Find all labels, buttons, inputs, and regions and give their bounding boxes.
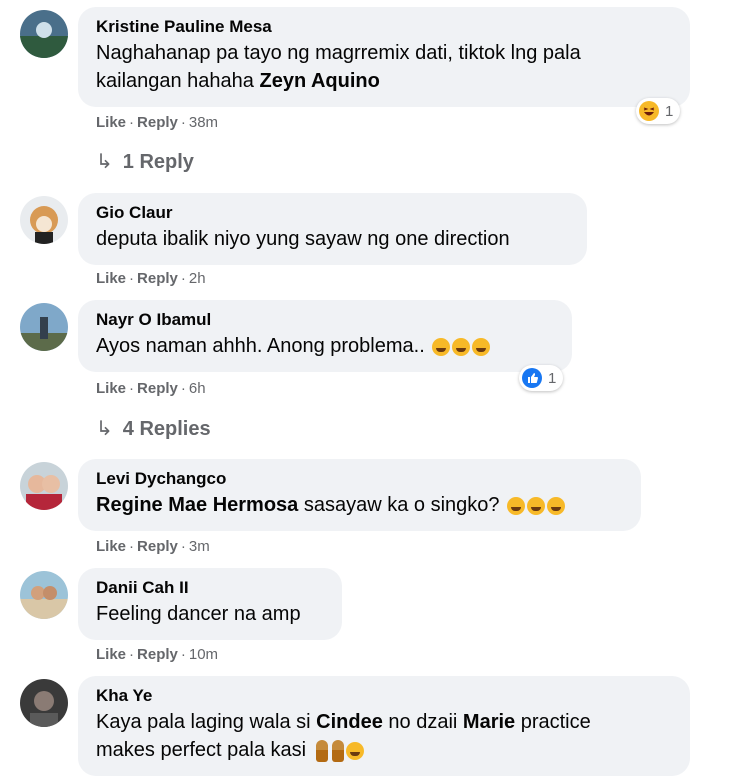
comment-text: Feeling dancer na amp	[96, 603, 301, 625]
thinking-face-emoji	[452, 337, 471, 356]
person-gesturing-emoji	[331, 739, 344, 762]
reply-button[interactable]: Reply	[137, 538, 178, 555]
rolling-laughing-emoji	[527, 496, 546, 515]
view-replies-link[interactable]: ↳ 4 Replies	[96, 416, 211, 441]
view-replies-link[interactable]: ↳ 1 Reply	[96, 149, 194, 174]
comment-text-content: no dzaii	[388, 711, 458, 733]
thinking-face-emoji	[472, 337, 491, 356]
reply-arrow-icon: ↳	[96, 418, 113, 440]
avatar[interactable]	[20, 303, 68, 351]
comment-text-line: kailangan hahaha	[96, 70, 254, 92]
mention-link[interactable]: Marie	[463, 711, 515, 733]
haha-reaction-icon	[639, 101, 659, 121]
avatar[interactable]	[20, 10, 68, 58]
timestamp[interactable]: 2h	[189, 270, 206, 287]
like-button[interactable]: Like	[96, 380, 126, 397]
reaction-count-number: 1	[665, 102, 674, 120]
comment-actions: Like · Reply · 38m	[96, 114, 219, 131]
comment-author[interactable]: Gio Claur	[96, 201, 567, 225]
eye-roll-emoji	[345, 741, 364, 760]
like-button[interactable]: Like	[96, 270, 126, 287]
reaction-count[interactable]: 1	[519, 365, 564, 391]
comment-author[interactable]: Kha Ye	[96, 684, 670, 708]
person-gesturing-emoji	[315, 739, 328, 762]
comment-text-content: Ayos naman ahhh. Anong problema..	[96, 335, 425, 357]
mention-link[interactable]: Zeyn Aquino	[259, 70, 379, 92]
thinking-face-emoji	[432, 337, 451, 356]
timestamp[interactable]: 3m	[189, 538, 210, 555]
comment-actions: Like · Reply · 3m	[96, 538, 210, 555]
rolling-laughing-emoji	[507, 496, 526, 515]
reaction-count[interactable]: 1	[636, 98, 681, 124]
comment-author[interactable]: Kristine Pauline Mesa	[96, 15, 670, 39]
reply-button[interactable]: Reply	[137, 114, 178, 131]
avatar[interactable]	[20, 571, 68, 619]
comment-text: Regine Mae Hermosa sasayaw ka o singko?	[96, 491, 621, 519]
comment-text-line: Naghahanap pa tayo ng magrremix dati, ti…	[96, 42, 581, 64]
comment-author[interactable]: Danii Cah II	[96, 576, 322, 600]
comment-actions: Like · Reply · 2h	[96, 270, 206, 287]
reaction-count-number: 1	[548, 369, 557, 387]
avatar[interactable]	[20, 679, 68, 727]
comment-text-content: practice	[520, 711, 591, 733]
comment-actions: Like · Reply · 10m	[96, 646, 219, 663]
comment-text-content: Kaya pala laging wala si	[96, 711, 311, 733]
reply-arrow-icon: ↳	[96, 151, 113, 173]
avatar[interactable]	[20, 196, 68, 244]
like-reaction-icon	[522, 368, 542, 388]
avatar[interactable]	[20, 462, 68, 510]
reply-button[interactable]: Reply	[137, 646, 178, 663]
like-button[interactable]: Like	[96, 538, 126, 555]
comment-author[interactable]: Levi Dychangco	[96, 467, 621, 491]
replies-label: 4 Replies	[122, 418, 211, 440]
comment-text-content: sasayaw ka o singko?	[303, 494, 500, 516]
reply-button[interactable]: Reply	[137, 380, 178, 397]
comment-text-line: makes perfect pala kasi	[96, 739, 307, 761]
comment-actions: Like · Reply · 6h	[96, 380, 206, 397]
comment-text: Naghahanap pa tayo ng magrremix dati, ti…	[96, 39, 670, 95]
comment-author[interactable]: Nayr O Ibamul	[96, 308, 552, 332]
mention-link[interactable]: Cindee	[316, 711, 383, 733]
comment-text: Kaya pala laging wala si Cindee no dzaii…	[96, 708, 670, 764]
timestamp[interactable]: 6h	[189, 380, 206, 397]
reply-button[interactable]: Reply	[137, 270, 178, 287]
comment-bubble: Kha Ye Kaya pala laging wala si Cindee n…	[78, 676, 690, 776]
mention-link[interactable]: Regine Mae Hermosa	[96, 494, 298, 516]
comment-bubble: Danii Cah II Feeling dancer na amp	[78, 568, 342, 640]
comment-bubble: Kristine Pauline Mesa Naghahanap pa tayo…	[78, 7, 690, 107]
comment-bubble: Gio Claur deputa ibalik niyo yung sayaw …	[78, 193, 587, 265]
like-button[interactable]: Like	[96, 114, 126, 131]
comment-bubble: Levi Dychangco Regine Mae Hermosa sasaya…	[78, 459, 641, 531]
timestamp[interactable]: 38m	[189, 114, 218, 131]
comment-text: deputa ibalik niyo yung sayaw ng one dir…	[96, 228, 510, 250]
rolling-laughing-emoji	[547, 496, 566, 515]
timestamp[interactable]: 10m	[189, 646, 218, 663]
comment-text: Ayos naman ahhh. Anong problema..	[96, 332, 552, 360]
replies-label: 1 Reply	[122, 151, 194, 173]
comment-bubble: Nayr O Ibamul Ayos naman ahhh. Anong pro…	[78, 300, 572, 372]
like-button[interactable]: Like	[96, 646, 126, 663]
